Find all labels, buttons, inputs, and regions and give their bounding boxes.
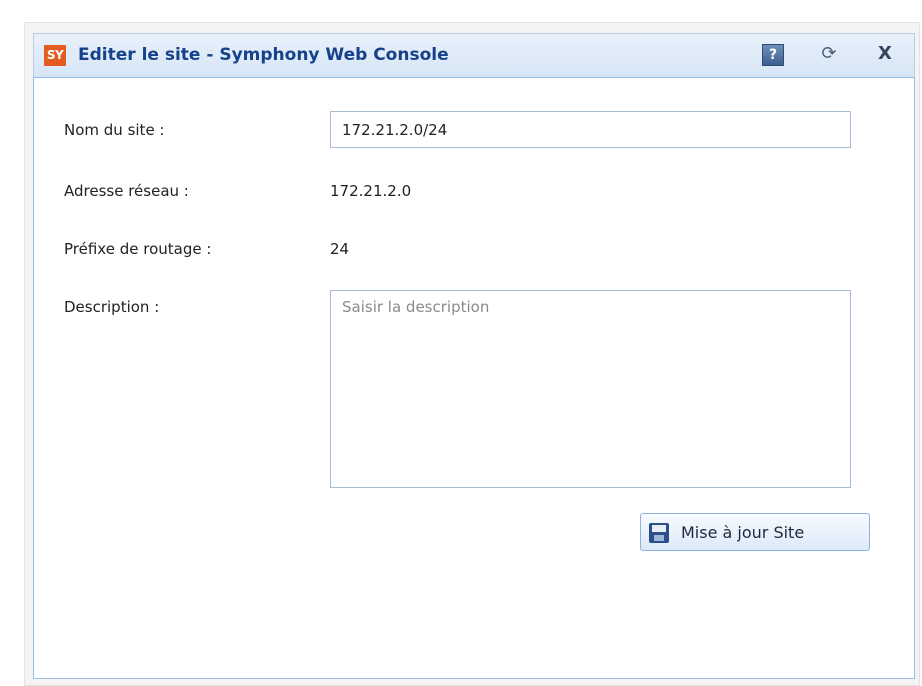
dialog-titlebar[interactable]: SY Editer le site - Symphony Web Console… [33, 33, 915, 77]
network-address-label: Adresse réseau : [64, 182, 189, 200]
update-site-button[interactable]: Mise à jour Site [640, 513, 870, 551]
routing-prefix-label: Préfixe de routage : [64, 240, 212, 258]
refresh-icon[interactable]: ⟳ [818, 44, 840, 66]
update-site-button-label: Mise à jour Site [681, 523, 805, 542]
symphony-logo-icon: SY [44, 45, 66, 66]
edit-site-dialog: SY Editer le site - Symphony Web Console… [24, 22, 920, 686]
help-icon[interactable]: ? [762, 44, 784, 66]
floppy-disk-icon [649, 523, 669, 543]
site-name-input[interactable] [330, 111, 851, 148]
description-label: Description : [64, 298, 160, 316]
routing-prefix-value: 24 [330, 240, 350, 258]
close-icon[interactable]: X [874, 44, 896, 66]
network-address-value: 172.21.2.0 [330, 182, 412, 200]
dialog-content: Nom du site : Adresse réseau : 172.21.2.… [33, 77, 915, 679]
description-textarea[interactable] [330, 290, 851, 488]
dialog-title: Editer le site - Symphony Web Console [78, 45, 449, 65]
site-name-label: Nom du site : [64, 121, 165, 139]
